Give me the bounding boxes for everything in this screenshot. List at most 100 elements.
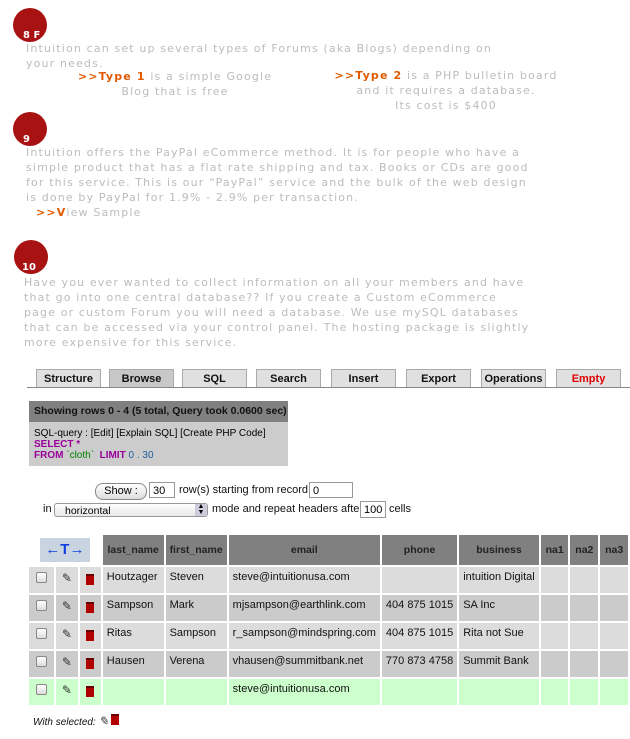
view-sample-link[interactable]: >>View Sample — [36, 205, 141, 220]
sql-query-links[interactable]: SQL-query : [Edit] [Explain SQL] [Create… — [34, 428, 283, 439]
delete-cell[interactable] — [79, 623, 101, 649]
table-cell — [600, 595, 628, 621]
delete-icon[interactable] — [86, 630, 95, 641]
edit-cell[interactable]: ✎ — [56, 595, 78, 621]
cells-label: cells — [389, 503, 412, 515]
column-header-phone[interactable]: phone — [381, 535, 458, 565]
delete-icon[interactable] — [111, 714, 120, 725]
step-badge-9: 9 — [13, 112, 47, 146]
table-cell: intuition Digital — [459, 567, 539, 593]
tab-search[interactable]: Search — [256, 369, 321, 388]
column-header-email[interactable]: email — [228, 535, 380, 565]
column-header-na3[interactable]: na3 — [600, 535, 628, 565]
edit-icon[interactable]: ✎ — [99, 715, 109, 727]
step-number: 10 — [22, 262, 36, 273]
row-checkbox[interactable] — [29, 595, 55, 621]
text-line: Have you ever wanted to collect informat… — [24, 276, 525, 289]
checkbox-icon[interactable] — [36, 600, 48, 611]
tab-divider — [27, 387, 630, 388]
delete-cell[interactable] — [79, 567, 101, 593]
type1-link[interactable]: >>Type 1 — [78, 70, 146, 83]
edit-icon[interactable]: ✎ — [62, 656, 72, 668]
row-checkbox[interactable] — [29, 567, 55, 593]
table-cell: Sampson — [165, 623, 227, 649]
edit-cell[interactable]: ✎ — [56, 651, 78, 677]
table-cell — [102, 679, 164, 705]
sql-limit-values: 0 . 30 — [128, 450, 154, 461]
arrows-icon[interactable]: ←T→ — [39, 538, 90, 562]
table-cell — [540, 567, 569, 593]
text-line: page or custom Forum you will need a dat… — [24, 306, 519, 319]
repeat-headers-input[interactable]: 100 — [360, 501, 386, 518]
table-cell — [570, 623, 599, 649]
table-cell — [600, 651, 628, 677]
table-row: ✎ steve@intuitionusa.com — [29, 679, 628, 705]
tab-empty[interactable]: Empty — [556, 369, 621, 388]
table-row: ✎ Hausen Verena vhausen@summitbank.net 770 8… — [29, 651, 628, 677]
step-number: 9 — [23, 134, 30, 145]
delete-icon[interactable] — [86, 602, 95, 613]
column-header-first-name[interactable]: first_name — [165, 535, 227, 565]
mode-select[interactable]: horizontal ▲ ▼ — [54, 503, 208, 517]
checkbox-icon[interactable] — [36, 628, 48, 639]
table-row: ✎ Sampson Mark mjsampson@earthlink.com 404 8… — [29, 595, 628, 621]
row-checkbox[interactable] — [29, 651, 55, 677]
mode-value: horizontal — [65, 505, 111, 517]
column-header-last-name[interactable]: last_name — [102, 535, 164, 565]
tab-browse[interactable]: Browse — [109, 369, 174, 388]
text-line: simple product that has a flat rate ship… — [26, 161, 529, 174]
sql-select: SELECT * — [34, 439, 81, 450]
delete-cell[interactable] — [79, 651, 101, 677]
tab-operations[interactable]: Operations — [481, 369, 546, 388]
delete-cell[interactable] — [79, 679, 101, 705]
row-checkbox[interactable] — [29, 623, 55, 649]
table-cell — [570, 651, 599, 677]
checkbox-icon[interactable] — [36, 572, 48, 583]
text-line: that can be accessed via your control pa… — [24, 321, 530, 334]
text-line: Intuition can set up several types of Fo… — [26, 42, 493, 55]
rows-label: row(s) starting from record # — [179, 484, 318, 496]
table-cell: 404 875 1015 — [381, 595, 458, 621]
edit-cell[interactable]: ✎ — [56, 567, 78, 593]
start-record-input[interactable]: 0 — [309, 482, 353, 498]
delete-icon[interactable] — [86, 658, 95, 669]
column-header-business[interactable]: business — [459, 535, 539, 565]
table-cell — [570, 567, 599, 593]
delete-cell[interactable] — [79, 595, 101, 621]
type2-link[interactable]: >>Type 2 — [335, 69, 403, 82]
delete-icon[interactable] — [86, 686, 95, 697]
table-cell — [381, 679, 458, 705]
table-cell: Mark — [165, 595, 227, 621]
table-cell — [459, 679, 539, 705]
tab-structure[interactable]: Structure — [36, 369, 101, 388]
column-header-na2[interactable]: na2 — [570, 535, 599, 565]
query-status: Showing rows 0 - 4 (5 total, Query took … — [29, 401, 288, 422]
text-line: that go into one central database?? If y… — [24, 291, 497, 304]
tab-insert[interactable]: Insert — [331, 369, 396, 388]
checkbox-icon[interactable] — [36, 656, 48, 667]
edit-icon[interactable]: ✎ — [62, 600, 72, 612]
table-cell: 770 873 4758 — [381, 651, 458, 677]
delete-icon[interactable] — [86, 574, 95, 585]
tab-sql[interactable]: SQL — [182, 369, 247, 388]
show-button[interactable]: Show : — [95, 483, 147, 500]
step-badge-8: 8 F — [13, 8, 47, 42]
edit-icon[interactable]: ✎ — [62, 684, 72, 696]
table-cell: 404 875 1015 — [381, 623, 458, 649]
type2-text: is a PHP bulletin board — [402, 69, 558, 82]
results-table: ←T→ last_name first_name email phone bus… — [27, 533, 630, 707]
view-prefix: >>V — [36, 206, 67, 219]
text-line: for this service. This is our “PayPal” s… — [26, 176, 527, 189]
edit-cell[interactable]: ✎ — [56, 623, 78, 649]
edit-icon[interactable]: ✎ — [62, 628, 72, 640]
edit-icon[interactable]: ✎ — [62, 572, 72, 584]
column-header-na1[interactable]: na1 — [540, 535, 569, 565]
table-cell: vhausen@summitbank.net — [228, 651, 380, 677]
row-checkbox[interactable] — [29, 679, 55, 705]
step-number: 8 F — [23, 30, 41, 41]
with-selected-label: With selected: — [33, 717, 96, 728]
rows-input[interactable]: 30 — [149, 482, 175, 498]
checkbox-icon[interactable] — [36, 684, 48, 695]
tab-export[interactable]: Export — [406, 369, 471, 388]
edit-cell[interactable]: ✎ — [56, 679, 78, 705]
